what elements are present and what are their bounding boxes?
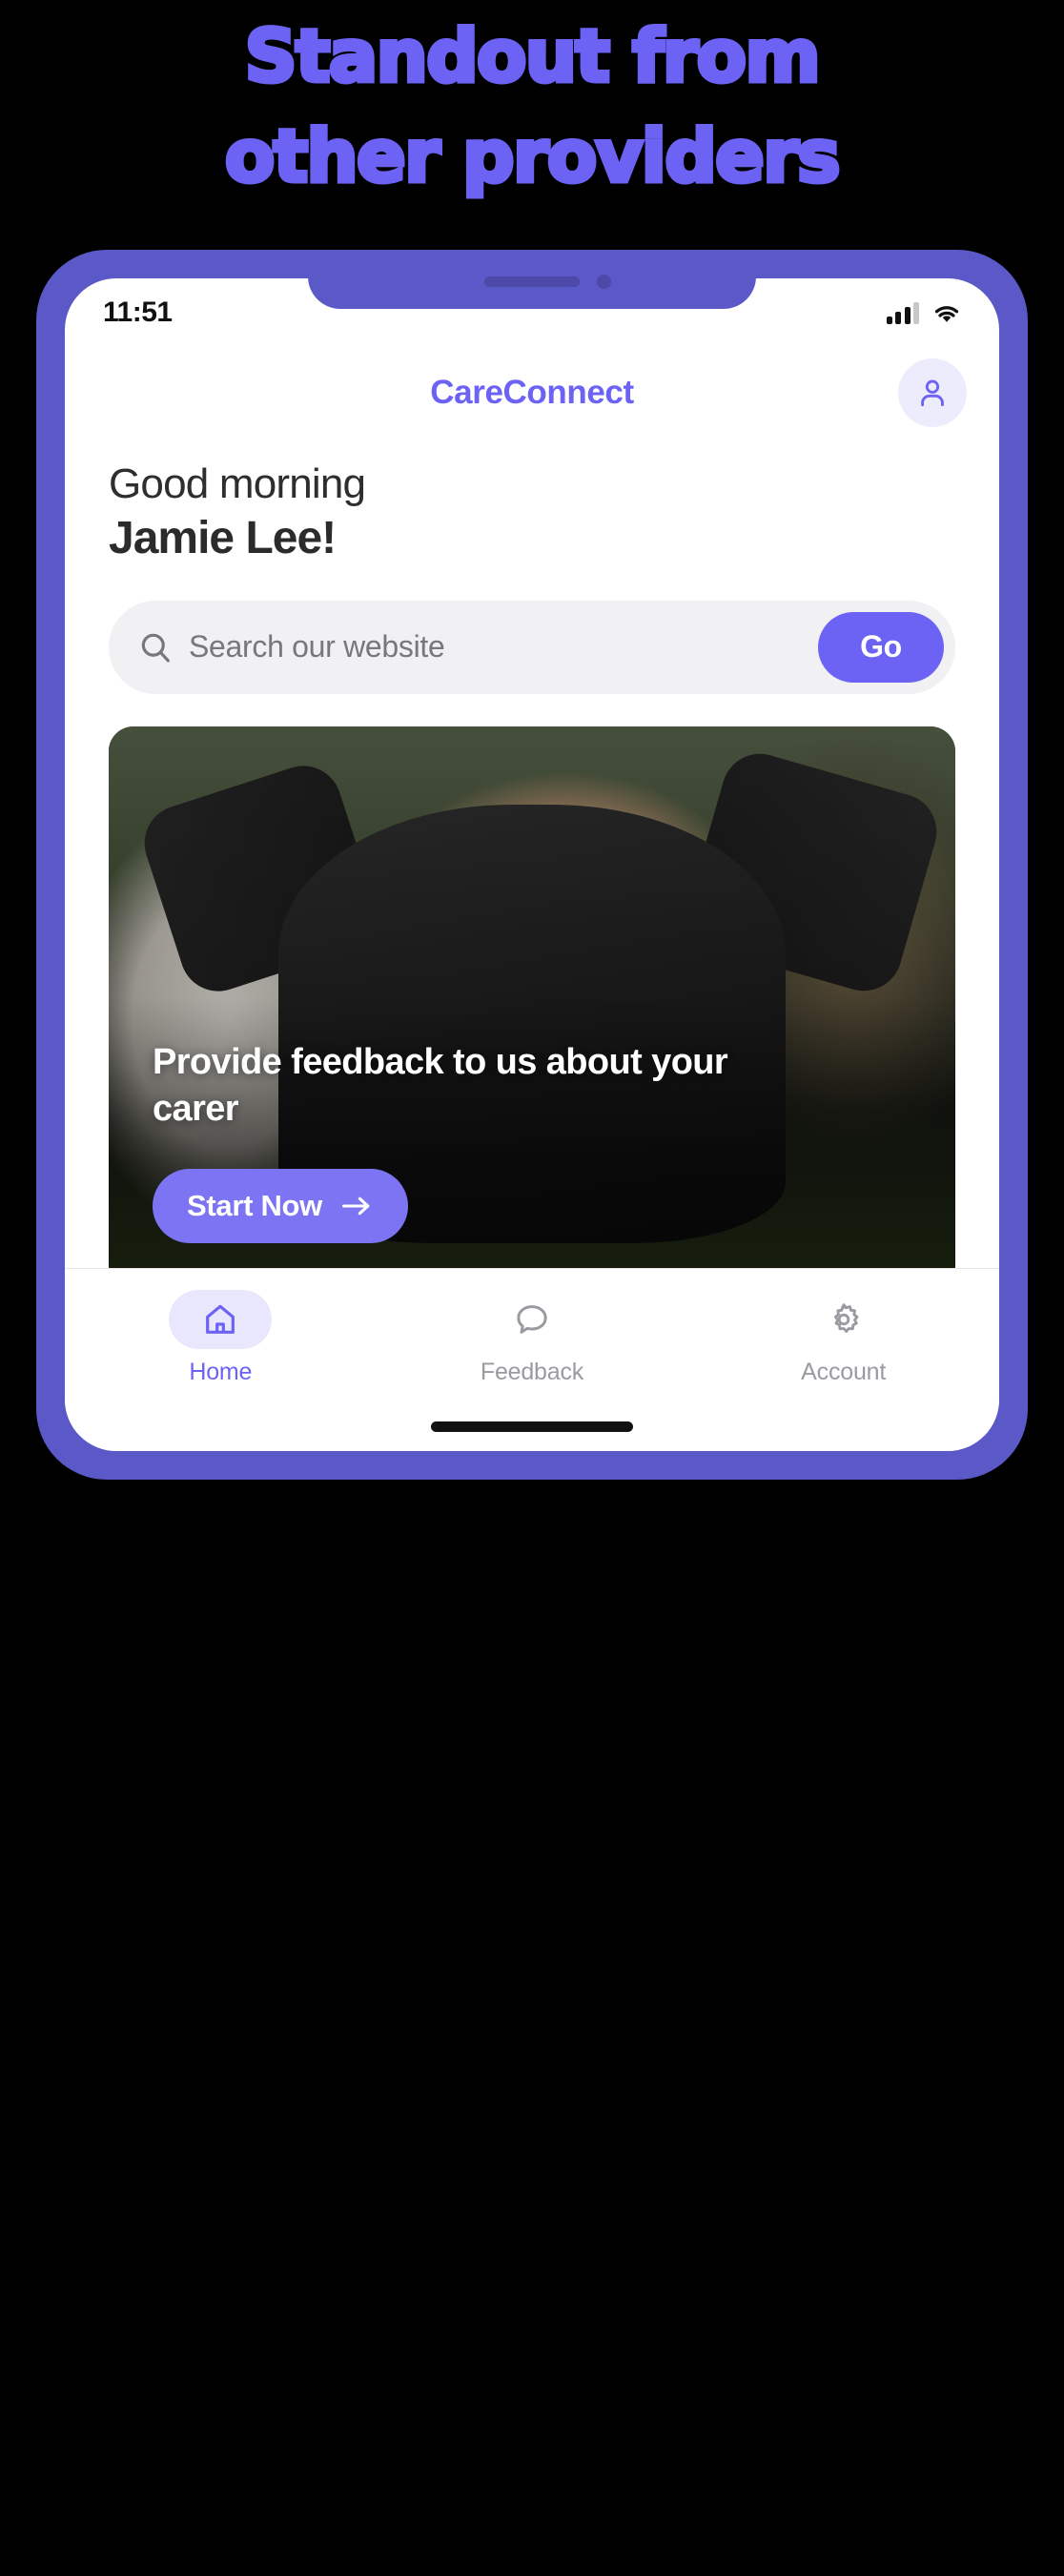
nav-icon-wrap [792,1290,895,1349]
nav-item-feedback[interactable]: Feedback [437,1290,627,1386]
search-bar[interactable]: Go [109,600,955,694]
home-indicator [431,1421,633,1432]
phone-camera-icon [597,275,611,289]
hero-title: Provide feedback to us about your carer [153,1042,728,1129]
wifi-icon [934,305,959,322]
person-icon [921,379,944,407]
home-icon [206,1304,235,1334]
headline-line-1: Standout from [242,11,823,101]
nav-label-feedback: Feedback [480,1359,584,1385]
nav-item-home[interactable]: Home [125,1290,316,1386]
hero-banner[interactable]: Provide feedback to us about your carer … [109,726,955,1289]
phone-screen: 11:51 CareConnect Good morning Jamie Lee… [65,278,999,1451]
search-icon [137,629,174,665]
status-indicators [886,301,962,324]
hero-cta-label: Start Now [187,1188,322,1222]
cell-signal-icon [886,301,919,324]
search-input[interactable] [189,629,818,664]
nav-active-pill [169,1290,273,1349]
nav-item-account[interactable]: Account [748,1290,939,1386]
chat-bubble-icon [517,1305,547,1334]
headline-line-2: other providers [223,112,843,201]
phone-speaker [484,276,580,287]
main-content: Good morning Jamie Lee! Go [65,439,999,1363]
greeting-line-1: Good morning [109,460,366,507]
status-time: 11:51 [103,296,173,328]
gear-icon [833,1303,859,1333]
avatar[interactable] [898,358,967,427]
nav-icon-wrap [481,1290,583,1349]
greeting-line-2: Jamie Lee! [109,512,337,563]
nav-label-home: Home [189,1359,253,1385]
nav-label-account: Account [801,1359,887,1385]
page-root: Standout from other providers 11:51 Care… [0,0,1064,2576]
marketing-headline: Standout from other providers [0,6,1064,206]
app-header: CareConnect [65,347,999,439]
app-title: CareConnect [430,374,634,411]
greeting-block: Good morning Jamie Lee! [65,439,999,566]
hero-start-now-button[interactable]: Start Now [153,1168,408,1243]
search-go-button[interactable]: Go [818,611,944,683]
arrow-right-icon [342,1196,370,1215]
